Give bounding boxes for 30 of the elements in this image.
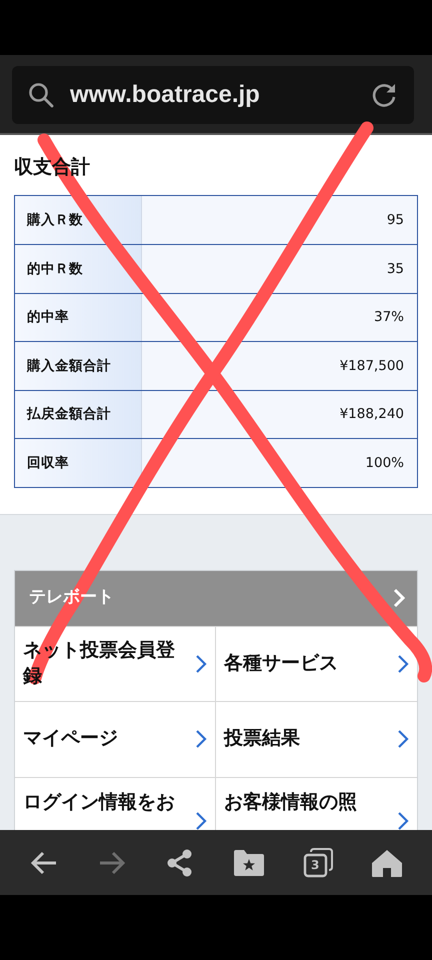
chevron-icon	[195, 729, 207, 750]
address-bar[interactable]: www.boatrace.jp	[12, 66, 414, 124]
row-label: 購入Ｒ数	[27, 210, 83, 230]
bookmark-folder-icon	[233, 848, 265, 878]
row-label: 購入金額合計	[27, 356, 111, 376]
row-label: 回収率	[27, 454, 69, 473]
row-label: 的中率	[27, 308, 69, 328]
tab-count: 3	[311, 856, 320, 872]
tabs-button[interactable]: 3	[299, 844, 337, 882]
reload-icon[interactable]	[370, 81, 398, 109]
row-value: 95	[386, 210, 404, 230]
menu-item[interactable]: お客様情報の照	[216, 776, 417, 830]
menu-item[interactable]: マイページ	[15, 701, 216, 776]
url-text: www.boatrace.jp	[70, 80, 261, 110]
chevron-icon	[397, 654, 409, 674]
chevron-icon	[397, 729, 409, 750]
row-value: 37%	[374, 308, 404, 328]
menu-item[interactable]: ログイン情報をお	[15, 776, 216, 830]
home-icon	[371, 848, 403, 878]
row-value: 100%	[365, 454, 404, 473]
chevron-icon	[397, 810, 409, 830]
row-value: ¥187,500	[340, 356, 404, 376]
row-value: 35	[386, 260, 404, 279]
search-icon	[28, 82, 54, 108]
chevron-icon	[195, 810, 207, 830]
row-value: ¥188,240	[340, 405, 404, 424]
chevron-icon	[393, 588, 405, 608]
chevron-icon	[195, 654, 207, 674]
row-label: 的中Ｒ数	[27, 260, 83, 279]
row-label: 払戻金額合計	[27, 405, 111, 424]
